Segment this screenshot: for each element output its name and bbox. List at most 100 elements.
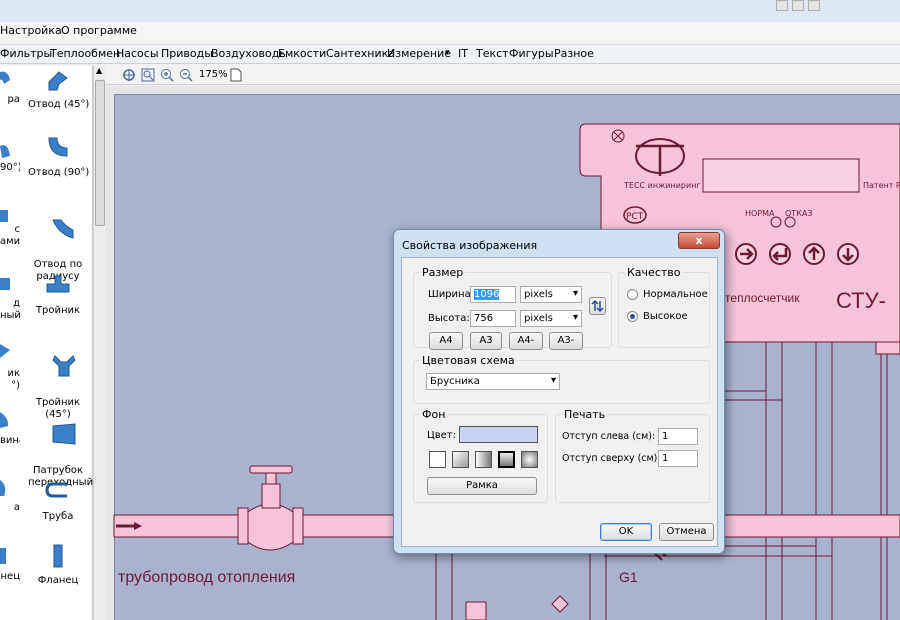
radius-elbow-icon	[52, 219, 74, 239]
elbow-90-icon	[48, 137, 68, 157]
print-group-label: Печать	[562, 408, 608, 421]
reducer-icon	[52, 423, 76, 445]
scroll-up-icon[interactable]: ▲	[96, 66, 102, 75]
menu-settings[interactable]: Настройка	[0, 24, 62, 37]
window-title-bar	[0, 0, 900, 22]
category-heat-exchange[interactable]: Теплообмен	[50, 47, 120, 60]
category-misc[interactable]: Разное	[554, 47, 594, 60]
zoom-in-icon[interactable]	[160, 68, 174, 82]
quality-normal-radio[interactable]	[627, 289, 638, 300]
menu-about[interactable]: О программе	[61, 24, 137, 37]
background-style-options	[429, 451, 539, 468]
palette-item-tee[interactable]: Тройник	[28, 274, 88, 317]
category-measurement[interactable]: Измерение	[387, 47, 451, 60]
ok-button[interactable]: OK	[600, 523, 652, 541]
swap-icon	[591, 299, 604, 313]
pipe-label: трубопровод отопления	[118, 569, 295, 586]
palette-item-pipe[interactable]: Труба	[28, 480, 88, 523]
shape-palette: ра 90°) с ами д ный ик °) вина а нец Отв…	[0, 66, 93, 620]
frame-button[interactable]: Рамка	[427, 477, 537, 495]
left-margin-label: Отступ слева (см):	[562, 431, 656, 442]
device-patent: Патент Р	[863, 181, 900, 190]
preset-a4-landscape-button[interactable]: A4-	[509, 332, 543, 350]
preset-a3-landscape-button[interactable]: A3-	[549, 332, 583, 350]
color-scheme-select[interactable]: Брусника	[426, 373, 560, 390]
width-input[interactable]: 1096	[470, 286, 516, 303]
category-text[interactable]: Текст	[476, 47, 509, 60]
top-margin-label: Отступ сверху (см):	[562, 453, 661, 464]
norma-label: НОРМА	[745, 209, 775, 218]
close-icon[interactable]	[808, 0, 820, 11]
svg-text:РСТ: РСТ	[626, 212, 644, 222]
category-drives[interactable]: Приводы	[161, 47, 213, 60]
tee-icon	[46, 275, 70, 293]
left-margin-input[interactable]: 1	[658, 428, 698, 445]
canvas-toolbar: 175%	[106, 66, 900, 85]
close-button[interactable]: x	[678, 232, 720, 249]
palette-item-flange[interactable]: Фланец	[28, 544, 88, 587]
dropdown-arrow-icon[interactable]: ▾	[445, 48, 450, 58]
image-properties-dialog: Свойства изображения x Размер Ширина: 10…	[393, 229, 725, 554]
main-menu: Настройка О программе	[0, 22, 900, 40]
category-air-ducts[interactable]: Воздуховоды	[211, 47, 288, 60]
width-value: 1096	[474, 289, 500, 300]
category-menu: Фильтры Теплообмен Насосы Приводы Воздух…	[0, 44, 900, 64]
scroll-thumb[interactable]	[95, 80, 105, 226]
category-filters[interactable]: Фильтры	[0, 47, 52, 60]
quality-high-radio[interactable]	[627, 311, 638, 322]
preset-a3-button[interactable]: A3	[470, 332, 502, 350]
bg-style-flat[interactable]	[429, 451, 446, 468]
width-label: Ширина:	[428, 289, 475, 300]
width-unit-select[interactable]: pixels	[520, 286, 582, 303]
height-input[interactable]: 756	[470, 310, 516, 327]
size-group: Размер Ширина: 1096 pixels Высота: 756 p…	[413, 266, 612, 350]
palette-item-label: Отвод (90°)	[28, 167, 90, 178]
zoom-fit-icon[interactable]	[141, 68, 155, 82]
background-group-label: Фон	[420, 408, 448, 421]
zoom-level: 175%	[199, 69, 228, 80]
dialog-title: Свойства изображения	[402, 239, 538, 252]
otkaz-label: ОТКАЗ	[785, 209, 812, 218]
print-group: Печать Отступ слева (см): 1 Отступ сверх…	[555, 408, 710, 503]
background-color-swatch[interactable]	[459, 426, 538, 443]
quality-group: Качество Нормальное Высокое	[618, 266, 710, 348]
category-shapes[interactable]: Фигуры	[509, 47, 554, 60]
palette-item-elbow-45[interactable]: Отвод (45°)	[28, 68, 89, 111]
g1-label: G1	[619, 569, 638, 585]
page-icon[interactable]	[230, 68, 242, 82]
category-plumbing[interactable]: Сантехника	[326, 47, 395, 60]
zoom-out-icon[interactable]	[179, 68, 193, 82]
quality-high-label: Высокое	[643, 311, 688, 322]
elbow-45-icon	[48, 71, 68, 91]
background-group: Фон Цвет: Рамка	[413, 408, 548, 503]
swap-dimensions-button[interactable]	[589, 297, 606, 315]
color-scheme-label: Цветовая схема	[420, 354, 517, 367]
bg-style-gradient-1[interactable]	[452, 451, 469, 468]
minimize-icon[interactable]	[776, 0, 788, 11]
category-pumps[interactable]: Насосы	[116, 47, 159, 60]
device-model: СТУ-	[836, 288, 886, 313]
flange-icon	[53, 544, 63, 568]
palette-scrollbar[interactable]: ▲	[93, 66, 106, 620]
cancel-button[interactable]: Отмена	[659, 523, 714, 541]
size-group-label: Размер	[420, 266, 466, 279]
preset-a4-button[interactable]: A4	[429, 332, 463, 350]
tee-45-icon	[52, 355, 76, 377]
window-buttons	[776, 0, 820, 16]
category-tanks[interactable]: Емкости	[278, 47, 326, 60]
quality-group-label: Качество	[625, 266, 683, 279]
device-brand: ТЕСС инжиниринг	[623, 181, 701, 190]
pan-icon[interactable]	[122, 68, 136, 82]
quality-normal-label: Нормальное	[643, 289, 708, 300]
bg-style-gradient-2[interactable]	[475, 451, 492, 468]
bg-style-gradient-3[interactable]	[498, 451, 515, 468]
category-it[interactable]: IT	[458, 47, 468, 60]
palette-item-elbow-90[interactable]: Отвод (90°)	[28, 136, 90, 179]
height-unit-select[interactable]: pixels	[520, 310, 582, 327]
palette-item-label: Труба	[42, 511, 74, 522]
bg-style-radial[interactable]	[521, 451, 538, 468]
color-scheme-group: Цветовая схема Брусника	[413, 354, 710, 404]
palette-cut-icons	[0, 71, 10, 564]
top-margin-input[interactable]: 1	[658, 450, 698, 467]
restore-icon[interactable]	[792, 0, 804, 11]
